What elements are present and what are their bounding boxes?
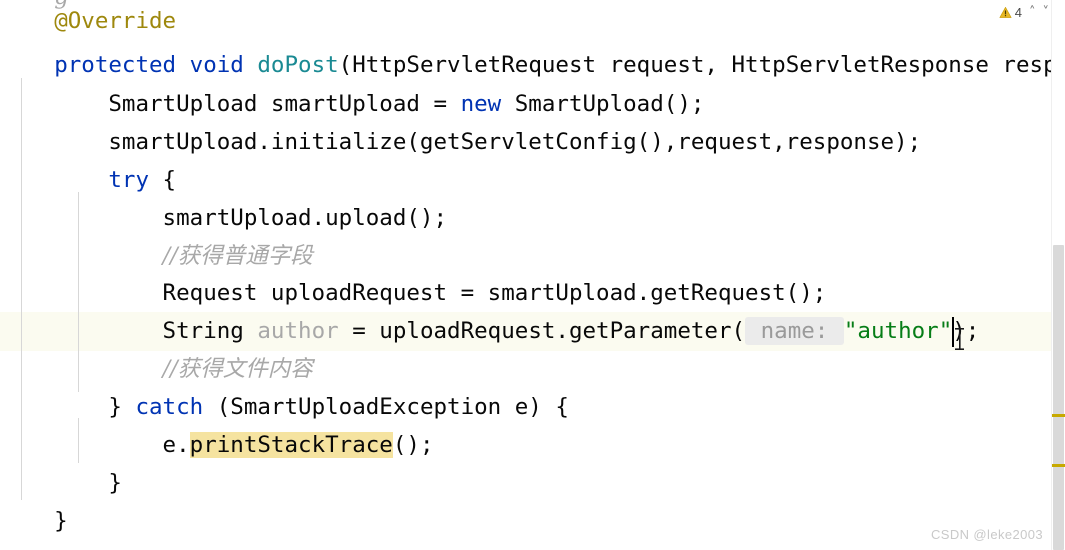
code-line[interactable]: smartUpload.upload(); — [0, 199, 447, 238]
code-token-default: } — [0, 470, 122, 496]
code-token-default: e. — [0, 432, 190, 458]
i-beam-cursor — [955, 328, 964, 350]
inspection-widget[interactable]: 4 ˄ ˅ — [994, 0, 1051, 24]
code-token-grayed: author — [257, 318, 339, 344]
code-token-default: = uploadRequest.getParameter( — [338, 318, 746, 344]
code-token-keyword: protected — [54, 52, 177, 78]
code-token-default — [176, 52, 190, 78]
scrollbar-marker[interactable] — [1052, 414, 1065, 417]
code-editor[interactable]: g @Override protected void doPost(HttpSe… — [0, 0, 1065, 550]
code-token-comment: //获得文件内容 — [162, 356, 313, 382]
code-token-default — [0, 243, 163, 269]
code-line[interactable]: protected void doPost(HttpServletRequest… — [0, 46, 1065, 85]
warning-count: 4 — [1014, 4, 1022, 20]
code-token-keyword: new — [460, 91, 502, 117]
code-token-default: smartUpload.initialize(getServletConfig(… — [0, 129, 922, 155]
code-token-hint: name: — [745, 317, 844, 345]
chevron-up-icon[interactable]: ˄ — [1029, 6, 1036, 19]
code-token-keyword: try — [108, 167, 150, 193]
code-line[interactable]: } — [0, 464, 122, 503]
warning-triangle-icon — [999, 6, 1012, 18]
code-line[interactable]: @Override — [0, 2, 176, 41]
code-line[interactable]: e.printStackTrace(); — [0, 426, 434, 465]
watermark: CSDN @leke2003 — [930, 527, 1043, 542]
code-line[interactable]: smartUpload.initialize(getServletConfig(… — [0, 123, 921, 162]
code-token-default: } — [0, 508, 68, 534]
code-line[interactable]: SmartUpload smartUpload = new SmartUploa… — [0, 85, 704, 124]
code-token-default: (); — [392, 432, 434, 458]
scrollbar-marker[interactable] — [1052, 464, 1065, 467]
warning-group[interactable]: 4 — [999, 5, 1022, 20]
code-token-string: "author" — [843, 318, 953, 344]
code-line[interactable]: //获得普通字段 — [0, 237, 313, 276]
code-line[interactable]: } catch (SmartUploadException e) { — [0, 388, 569, 427]
code-line[interactable]: //获得文件内容 — [0, 350, 313, 389]
code-token-default — [0, 52, 54, 78]
code-token-default: String — [0, 318, 258, 344]
code-line[interactable]: Request uploadRequest = smartUpload.getR… — [0, 274, 827, 313]
code-token-annotation: @Override — [54, 8, 177, 34]
code-token-default: (SmartUploadException e) { — [203, 394, 569, 420]
code-token-default: SmartUpload(); — [501, 91, 705, 117]
code-line[interactable]: } — [0, 502, 68, 541]
chevron-down-icon[interactable]: ˅ — [1043, 6, 1050, 19]
code-line[interactable]: String author = uploadRequest.getParamet… — [0, 312, 979, 351]
code-token-method: doPost — [257, 52, 339, 78]
code-token-default: SmartUpload smartUpload = — [0, 91, 461, 117]
code-token-keyword: void — [189, 52, 244, 78]
vertical-scrollbar-thumb[interactable] — [1053, 245, 1064, 550]
code-token-searchmatch: printStackTrace — [189, 432, 393, 458]
vertical-scrollbar-track[interactable] — [1052, 0, 1065, 550]
code-token-default: (HttpServletRequest request, HttpServlet… — [338, 52, 1065, 78]
code-token-keyword: catch — [135, 394, 204, 420]
code-token-default — [0, 167, 108, 193]
code-token-default — [0, 356, 163, 382]
code-token-default: smartUpload.upload(); — [0, 205, 448, 231]
code-token-default: Request uploadRequest = smartUpload.getR… — [0, 280, 827, 306]
code-line[interactable]: try { — [0, 161, 176, 200]
code-token-default: } — [0, 394, 136, 420]
code-token-default: { — [149, 167, 177, 193]
code-token-default — [0, 8, 54, 34]
code-token-comment: //获得普通字段 — [162, 243, 313, 269]
code-token-default — [244, 52, 258, 78]
